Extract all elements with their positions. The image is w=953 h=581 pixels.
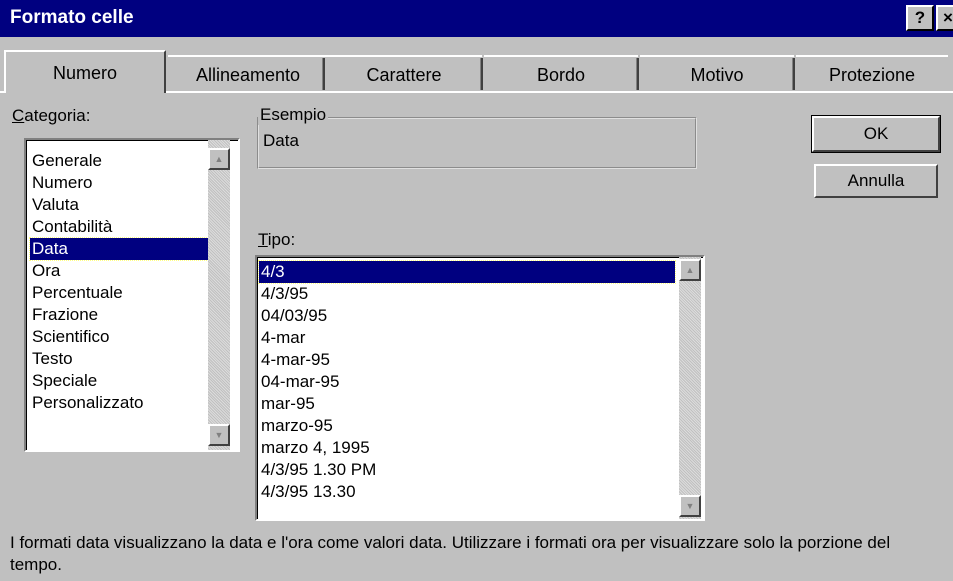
- scroll-up-arrow-icon[interactable]: ▲: [208, 148, 230, 170]
- category-label-accel: C: [12, 106, 25, 125]
- category-label: Categoria:: [12, 106, 90, 126]
- ok-button[interactable]: OK: [811, 115, 941, 153]
- tab-divider: [792, 58, 795, 90]
- scroll-up-arrow-icon[interactable]: ▲: [679, 259, 701, 281]
- tab-carattere[interactable]: Carattere: [326, 55, 482, 91]
- format-description: I formati data visualizzano la data e l'…: [10, 533, 891, 574]
- sample-value: Data: [263, 131, 299, 150]
- type-scrollbar[interactable]: ▲ ▼: [679, 257, 701, 519]
- type-item[interactable]: marzo 4, 1995: [261, 437, 370, 459]
- type-item[interactable]: 4-mar: [261, 327, 305, 349]
- type-item[interactable]: mar-95: [261, 393, 315, 415]
- category-item-contabilita[interactable]: Contabilità: [32, 216, 112, 238]
- category-item-scientifico[interactable]: Scientifico: [32, 326, 109, 348]
- category-item-personalizzato[interactable]: Personalizzato: [32, 392, 144, 414]
- format-cells-dialog: Formato celle ? × Numero Allineamento Ca…: [0, 0, 953, 581]
- category-item-data[interactable]: Data: [29, 237, 209, 261]
- tab-divider: [322, 58, 325, 90]
- type-item[interactable]: 4/3/95 1.30 PM: [261, 459, 376, 481]
- type-label-accel: T: [258, 230, 268, 249]
- category-list[interactable]: Generale Numero Valuta Contabilità Data …: [24, 138, 240, 452]
- sample-legend: Esempio: [258, 105, 329, 125]
- tab-protezione[interactable]: Protezione: [796, 55, 948, 91]
- dialog-title: Formato celle: [10, 7, 134, 28]
- category-item-numero[interactable]: Numero: [32, 172, 92, 194]
- tab-motivo[interactable]: Motivo: [640, 55, 794, 91]
- scroll-down-arrow-icon[interactable]: ▼: [679, 495, 701, 517]
- type-item[interactable]: 4/3: [258, 260, 676, 284]
- tab-bordo[interactable]: Bordo: [484, 55, 638, 91]
- type-item[interactable]: 4-mar-95: [261, 349, 330, 371]
- category-item-ora[interactable]: Ora: [32, 260, 60, 282]
- type-label: Tipo:: [258, 230, 295, 250]
- category-scrollbar[interactable]: ▲ ▼: [208, 140, 230, 450]
- category-item-testo[interactable]: Testo: [32, 348, 73, 370]
- category-item-valuta[interactable]: Valuta: [32, 194, 79, 216]
- type-item[interactable]: marzo-95: [261, 415, 333, 437]
- category-label-text: ategoria:: [24, 106, 91, 125]
- tab-divider: [636, 58, 639, 90]
- tab-numero[interactable]: Numero: [4, 50, 166, 93]
- title-bar[interactable]: Formato celle ? ×: [0, 0, 953, 37]
- type-item[interactable]: 04/03/95: [261, 305, 327, 327]
- help-button[interactable]: ?: [906, 5, 934, 31]
- category-item-percentuale[interactable]: Percentuale: [32, 282, 123, 304]
- type-label-text: ipo:: [267, 230, 296, 249]
- type-list[interactable]: 4/3 4/3/95 04/03/95 4-mar 4-mar-95 04-ma…: [255, 255, 705, 521]
- category-item-speciale[interactable]: Speciale: [32, 370, 97, 392]
- cancel-button[interactable]: Annulla: [814, 164, 938, 198]
- type-item[interactable]: 4/3/95: [261, 283, 308, 305]
- type-item[interactable]: 4/3/95 13.30: [261, 481, 356, 503]
- type-item[interactable]: 04-mar-95: [261, 371, 339, 393]
- close-button[interactable]: ×: [936, 5, 953, 31]
- category-item-generale[interactable]: Generale: [32, 150, 102, 172]
- scroll-down-arrow-icon[interactable]: ▼: [208, 424, 230, 446]
- category-item-frazione[interactable]: Frazione: [32, 304, 98, 326]
- tab-divider: [480, 58, 483, 90]
- tab-allineamento[interactable]: Allineamento: [168, 55, 328, 91]
